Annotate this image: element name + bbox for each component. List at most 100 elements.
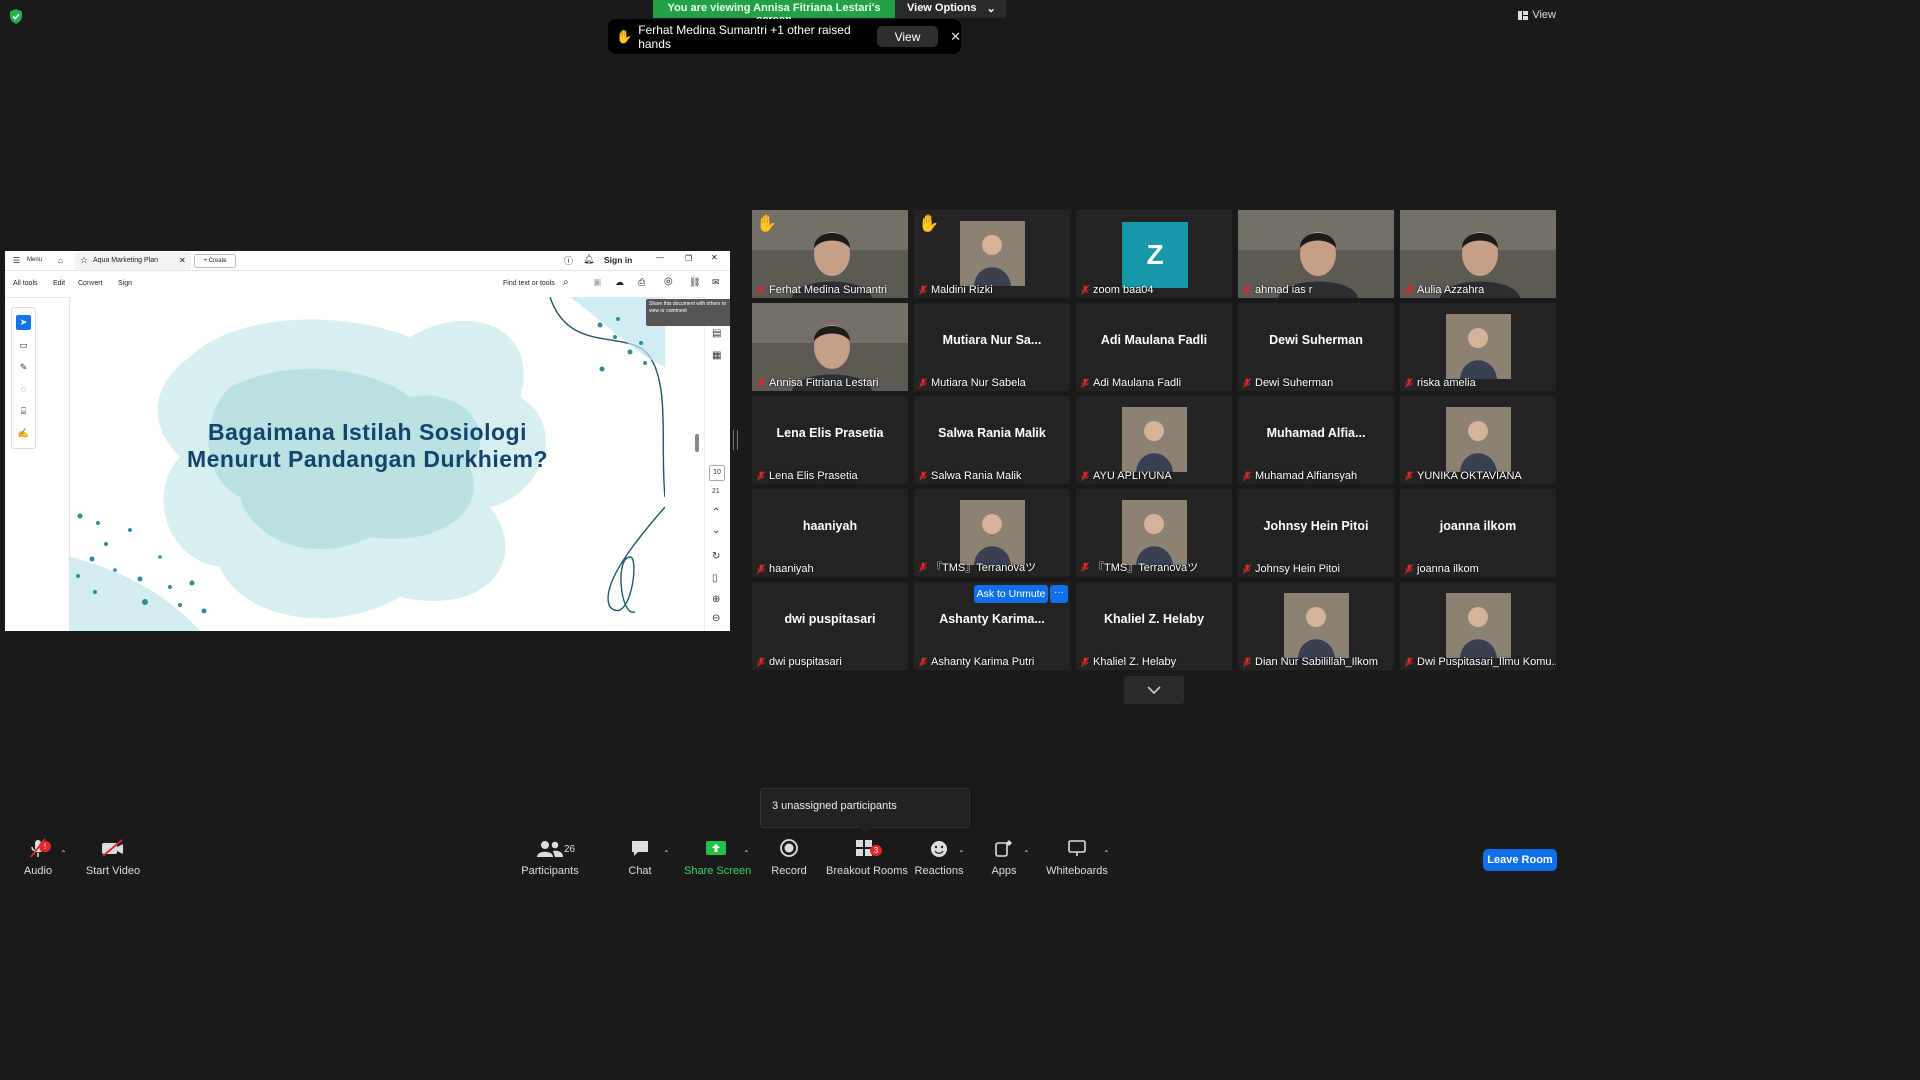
page-current[interactable]: 10	[709, 465, 725, 481]
raised-hands-view-button[interactable]: View	[876, 26, 939, 47]
text-select-tool-icon[interactable]: ⌸	[16, 404, 31, 419]
save-icon[interactable]: ▣	[593, 277, 602, 288]
participant-name: dwi puspitasari	[769, 656, 842, 668]
email-icon[interactable]: ✉	[712, 277, 720, 288]
participant-tile[interactable]: ✋ Maldini Rizki	[914, 210, 1070, 298]
sign-tool-icon[interactable]: ✍	[16, 426, 31, 441]
convert-menu[interactable]: Convert	[78, 280, 103, 287]
chat-options-caret-icon[interactable]: ⌃	[663, 849, 670, 858]
next-page-button[interactable]	[1124, 676, 1184, 704]
security-shield-icon[interactable]	[9, 9, 23, 24]
unassigned-participants-popup[interactable]: 3 unassigned participants	[760, 788, 970, 833]
close-icon[interactable]: ✕	[950, 29, 961, 45]
participant-tile[interactable]: Aulia Azzahra	[1400, 210, 1556, 298]
participant-tile[interactable]: riska amelia	[1400, 303, 1556, 391]
share-options-caret-icon[interactable]: ⌃	[743, 849, 750, 858]
leave-room-button[interactable]: Leave Room	[1483, 849, 1557, 871]
all-tools-menu[interactable]: All tools	[13, 280, 38, 287]
search-icon[interactable]: ⌕	[563, 277, 569, 288]
lasso-tool-icon[interactable]: ◌	[16, 382, 31, 397]
help-icon[interactable]: ⓘ	[564, 254, 573, 267]
participant-tile[interactable]: Khaliel Z. Helaby Khaliel Z. Helaby	[1076, 582, 1232, 670]
participant-tile[interactable]: Muhamad Alfia... Muhamad Alfiansyah	[1238, 396, 1394, 484]
participant-tile[interactable]: Dewi Suherman Dewi Suherman	[1238, 303, 1394, 391]
window-close-icon[interactable]: ✕	[711, 253, 718, 262]
create-button[interactable]: + Create	[194, 254, 236, 268]
whiteboards-button[interactable]: Whiteboards	[1046, 835, 1108, 882]
participant-tile[interactable]: joanna ilkom joanna ilkom	[1400, 489, 1556, 577]
print-icon[interactable]: ⎙	[638, 277, 645, 288]
view-options-button[interactable]: View Options ⌄	[895, 0, 1006, 18]
apps-button[interactable]: Apps	[984, 835, 1024, 882]
scrollbar-thumb[interactable]	[695, 434, 699, 452]
whiteboards-caret-icon[interactable]: ⌃	[1103, 849, 1110, 858]
breakout-rooms-button[interactable]: Breakout Rooms 3	[826, 835, 908, 882]
split-handle[interactable]	[733, 430, 738, 450]
chat-button[interactable]: Chat	[620, 835, 660, 882]
participant-tile[interactable]: haaniyah haaniyah	[752, 489, 908, 577]
link-icon[interactable]: ⛓	[689, 277, 700, 288]
participant-tile[interactable]: ahmad ias r	[1238, 210, 1394, 298]
home-icon[interactable]: ⌂	[58, 256, 63, 265]
minimize-icon[interactable]: —	[656, 253, 664, 262]
audio-button[interactable]: Audio !	[17, 835, 59, 882]
document-tab[interactable]: ☆ Aqua Marketing Plan ✕	[75, 252, 191, 270]
edit-menu[interactable]: Edit	[53, 280, 65, 287]
sign-in-button[interactable]: Sign in	[604, 255, 632, 265]
participant-tile[interactable]: 『TMS』Terranovaツ	[914, 489, 1070, 577]
zoom-in-icon[interactable]: ⊕	[712, 594, 720, 605]
share-screen-button[interactable]: Share Screen	[684, 835, 751, 882]
participant-tile[interactable]: Dian Nur Sabilillah_Ilkom	[1238, 582, 1394, 670]
participant-tile[interactable]: YUNIKA OKTAVIANA	[1400, 396, 1556, 484]
participant-tile[interactable]: Salwa Rania Malik Salwa Rania Malik	[914, 396, 1070, 484]
participant-tile[interactable]: Mutiara Nur Sa... Mutiara Nur Sabela	[914, 303, 1070, 391]
comment-tool-icon[interactable]: ▭	[16, 338, 31, 353]
bookmark-icon[interactable]: ▤	[712, 328, 721, 339]
slide-canvas[interactable]: Bagaimana Istilah Sosiologi Menurut Pand…	[69, 297, 665, 631]
participant-tile[interactable]: AYU APLIYUNA	[1076, 396, 1232, 484]
more-options-button[interactable]: ···	[1050, 585, 1068, 603]
participant-name-label: dwi puspitasari	[757, 656, 842, 668]
reactions-button[interactable]: Reactions	[914, 835, 964, 882]
restore-icon[interactable]: ❐	[685, 254, 692, 263]
mic-muted-icon	[1405, 378, 1413, 388]
record-label: Record	[771, 865, 807, 877]
chevron-down-icon[interactable]: ⌄	[712, 525, 720, 536]
participant-tile[interactable]: Adi Maulana Fadli Adi Maulana Fadli	[1076, 303, 1232, 391]
participant-tile[interactable]: Annisa Fitriana Lestari	[752, 303, 908, 391]
participant-tile[interactable]: dwi puspitasari dwi puspitasari	[752, 582, 908, 670]
participants-button[interactable]: Participants 26	[520, 835, 580, 882]
record-button[interactable]: Record	[768, 835, 810, 882]
view-button[interactable]: View	[1518, 9, 1556, 21]
select-tool-icon[interactable]: ➤	[16, 315, 31, 330]
pen-tool-icon[interactable]: ✎	[16, 360, 31, 375]
chevron-up-icon[interactable]: ⌃	[712, 507, 720, 518]
reactions-caret-icon[interactable]: ⌃	[958, 849, 965, 858]
star-icon[interactable]: ☆	[80, 255, 88, 266]
menu-label[interactable]: Menu	[27, 257, 42, 263]
participant-name: Johnsy Hein Pitoi	[1255, 563, 1340, 575]
shared-screen[interactable]: ☰ Menu ⌂ ☆ Aqua Marketing Plan ✕ + Creat…	[5, 251, 730, 631]
hamburger-menu-icon[interactable]: ☰	[13, 256, 20, 265]
participant-tile[interactable]: Lena Elis Prasetia Lena Elis Prasetia	[752, 396, 908, 484]
apps-caret-icon[interactable]: ⌃	[1023, 849, 1030, 858]
participant-tile[interactable]: Zzoom baa04	[1076, 210, 1232, 298]
share-icon[interactable]: ◎	[664, 276, 673, 287]
find-text-input[interactable]: Find text or tools	[503, 280, 555, 287]
participant-tile[interactable]: Johnsy Hein Pitoi Johnsy Hein Pitoi	[1238, 489, 1394, 577]
rotate-icon[interactable]: ↻	[712, 551, 720, 562]
participant-tile[interactable]: Dwi Puspitasari_Ilmu Komu...	[1400, 582, 1556, 670]
sign-menu[interactable]: Sign	[118, 280, 132, 287]
participant-tile[interactable]: 『TMS』Terranovaツ	[1076, 489, 1232, 577]
page-icon[interactable]: ▯	[712, 573, 718, 584]
mic-muted-icon	[757, 564, 765, 574]
upload-cloud-icon[interactable]: ☁	[615, 277, 624, 288]
tab-close-icon[interactable]: ✕	[179, 256, 186, 265]
audio-options-caret-icon[interactable]: ⌃	[60, 849, 67, 858]
zoom-out-icon[interactable]: ⊖	[712, 613, 720, 624]
ask-to-unmute-button[interactable]: Ask to Unmute	[974, 585, 1048, 603]
participant-tile[interactable]: ✋ Ferhat Medina Sumantri	[752, 210, 908, 298]
start-video-button[interactable]: Start Video	[84, 835, 142, 882]
bell-icon[interactable]: 🔔︎	[583, 254, 594, 265]
thumbnails-icon[interactable]: ▦	[712, 350, 721, 361]
